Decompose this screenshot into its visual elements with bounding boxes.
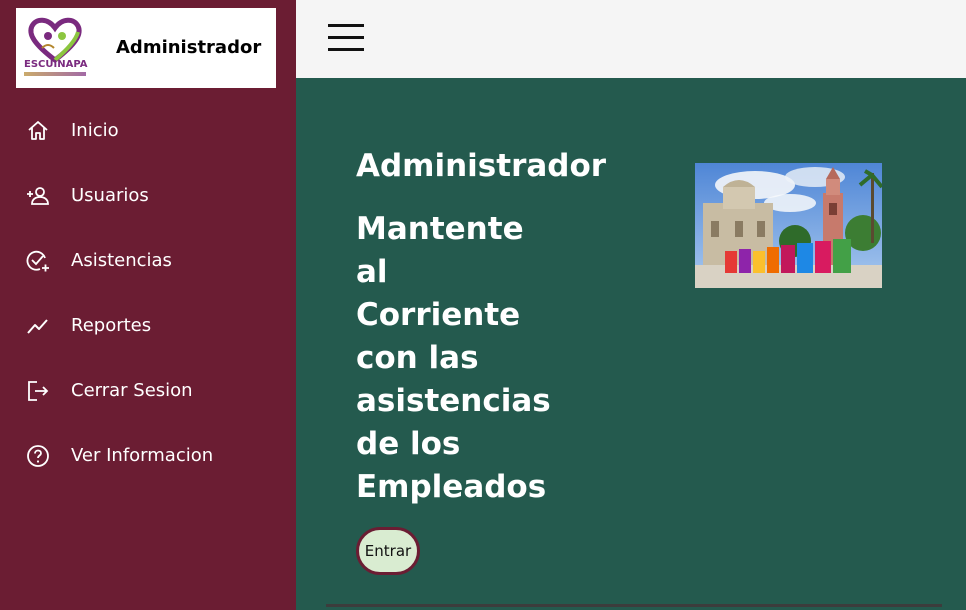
- town-square-photo: [695, 163, 882, 288]
- home-icon: [26, 119, 50, 143]
- sidebar-item-label: Asistencias: [71, 250, 172, 271]
- logout-icon: [26, 379, 50, 403]
- main-content: Administrador Mantente al Corriente con …: [296, 78, 966, 610]
- enter-button[interactable]: Entrar: [356, 527, 420, 575]
- sidebar-item-label: Usuarios: [71, 185, 149, 206]
- logo-text: ESCUINAPA: [24, 59, 88, 70]
- top-bar: [296, 0, 966, 78]
- sidebar-brand[interactable]: ESCUINAPA Administrador: [16, 8, 276, 88]
- page-title: Administrador: [356, 148, 607, 184]
- divider: [326, 604, 942, 607]
- logo-underline: [24, 72, 86, 76]
- sidebar-item-label: Cerrar Sesion: [71, 380, 193, 401]
- sidebar: ESCUINAPA Administrador Inicio Usuarios …: [0, 0, 296, 610]
- sidebar-item-asistencias[interactable]: Asistencias: [0, 229, 296, 294]
- hamburger-menu-icon[interactable]: [326, 24, 364, 52]
- help-circle-icon: [26, 444, 50, 468]
- add-user-icon: [26, 184, 50, 208]
- sidebar-item-cerrar-sesion[interactable]: Cerrar Sesion: [0, 359, 296, 424]
- sidebar-item-label: Ver Informacion: [71, 445, 214, 466]
- sidebar-nav: Inicio Usuarios Asistencias Reportes Cer…: [0, 99, 296, 489]
- trend-chart-icon: [26, 314, 50, 338]
- sidebar-item-usuarios[interactable]: Usuarios: [0, 164, 296, 229]
- sidebar-item-label: Inicio: [71, 120, 119, 141]
- sidebar-item-ver-informacion[interactable]: Ver Informacion: [0, 424, 296, 489]
- brand-title: Administrador: [116, 37, 262, 58]
- sidebar-item-inicio[interactable]: Inicio: [0, 99, 296, 164]
- sidebar-item-reportes[interactable]: Reportes: [0, 294, 296, 359]
- check-add-icon: [26, 249, 50, 273]
- sidebar-item-label: Reportes: [71, 315, 152, 336]
- page-subtitle: Mantente al Corriente con las asistencia…: [356, 211, 551, 505]
